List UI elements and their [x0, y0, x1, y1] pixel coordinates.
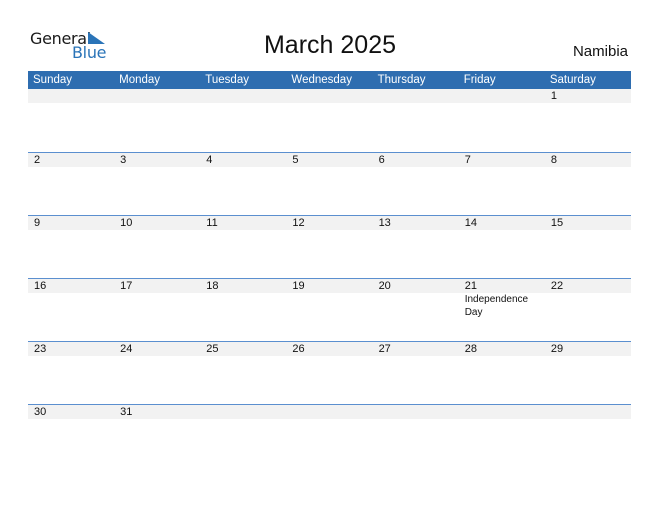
- week-row: 16 17 18 19 20 21 22 Independence Day: [28, 278, 631, 341]
- day-number: 22: [550, 280, 564, 292]
- day-number: [286, 405, 372, 419]
- date-band: 9 10 11 12 13 14 15: [28, 216, 631, 230]
- day-number: 8: [550, 154, 557, 166]
- weekday-header: Sunday Monday Tuesday Wednesday Thursday…: [28, 71, 631, 89]
- day-number: 14: [464, 217, 477, 229]
- day-number: [459, 405, 545, 419]
- day-number: 11: [206, 217, 218, 229]
- day-number: [200, 405, 286, 419]
- day-number: 6: [378, 154, 385, 166]
- day-number: 9: [34, 217, 41, 229]
- weekday-thursday: Thursday: [377, 74, 426, 86]
- day-number: 13: [378, 217, 391, 229]
- day-number: 1: [550, 90, 557, 102]
- holiday-event: [373, 293, 459, 319]
- events-row: Independence Day: [28, 293, 631, 319]
- date-band: 1: [28, 89, 631, 103]
- calendar-title: March 2025: [263, 31, 397, 59]
- day-number: 29: [550, 343, 564, 355]
- day-number: 10: [120, 217, 133, 229]
- day-number: 26: [292, 343, 305, 355]
- holiday-event: Independence Day: [464, 294, 529, 318]
- holiday-event: [545, 293, 631, 319]
- day-number: 5: [292, 154, 299, 166]
- weekday-monday: Monday: [119, 74, 161, 86]
- weekday-friday: Friday: [463, 74, 496, 86]
- date-band: 30 31: [28, 405, 631, 419]
- day-number: [545, 405, 631, 419]
- calendar-grid: Sunday Monday Tuesday Wednesday Thursday…: [28, 71, 631, 467]
- day-number: 18: [206, 280, 219, 292]
- day-number: [200, 89, 286, 103]
- day-number: 20: [378, 280, 391, 292]
- day-number: 3: [120, 154, 127, 166]
- date-band: 16 17 18 19 20 21 22: [28, 279, 631, 293]
- day-number: [373, 405, 459, 419]
- date-band: 23 24 25 26 27 28 29: [28, 342, 631, 356]
- day-number: [286, 89, 372, 103]
- weekday-sunday: Sunday: [33, 74, 73, 86]
- weekday-wednesday: Wednesday: [291, 74, 352, 86]
- weekday-saturday: Saturday: [549, 74, 596, 86]
- day-number: 7: [464, 154, 471, 166]
- holiday-event: [286, 293, 372, 319]
- day-number: 23: [34, 343, 47, 355]
- day-number: 31: [120, 406, 133, 418]
- day-number: 28: [464, 343, 477, 355]
- week-row: 1: [28, 89, 631, 152]
- day-number: 21: [464, 280, 477, 292]
- day-number: 24: [120, 343, 133, 355]
- day-number: 19: [292, 280, 305, 292]
- day-number: [114, 89, 200, 103]
- week-row: 2 3 4 5 6 7 8: [28, 152, 631, 215]
- day-number: 30: [34, 406, 47, 418]
- day-number: [28, 89, 114, 103]
- weekday-tuesday: Tuesday: [205, 74, 249, 86]
- country-label: Namibia: [572, 43, 628, 60]
- day-number: [373, 89, 459, 103]
- week-row: 23 24 25 26 27 28 29: [28, 341, 631, 404]
- holiday-event: [200, 293, 286, 319]
- holiday-event: [114, 293, 200, 319]
- day-number: 15: [550, 217, 564, 229]
- day-number: [459, 89, 545, 103]
- weeks-container: 1 2 3 4 5 6 7 8 9 10 11 12 13 14 15 16 17 18 19 20 21 22 Indep…: [28, 89, 631, 467]
- day-number: 25: [206, 343, 219, 355]
- day-number: 17: [120, 280, 133, 292]
- day-number: 4: [206, 154, 213, 166]
- day-number: 2: [34, 154, 41, 166]
- holiday-event: [28, 293, 114, 319]
- week-row: 9 10 11 12 13 14 15: [28, 215, 631, 278]
- week-row: 30 31: [28, 404, 631, 467]
- day-number: 16: [34, 280, 47, 292]
- date-band: 2 3 4 5 6 7 8: [28, 153, 631, 167]
- day-number: 27: [378, 343, 391, 355]
- day-number: 12: [292, 217, 305, 229]
